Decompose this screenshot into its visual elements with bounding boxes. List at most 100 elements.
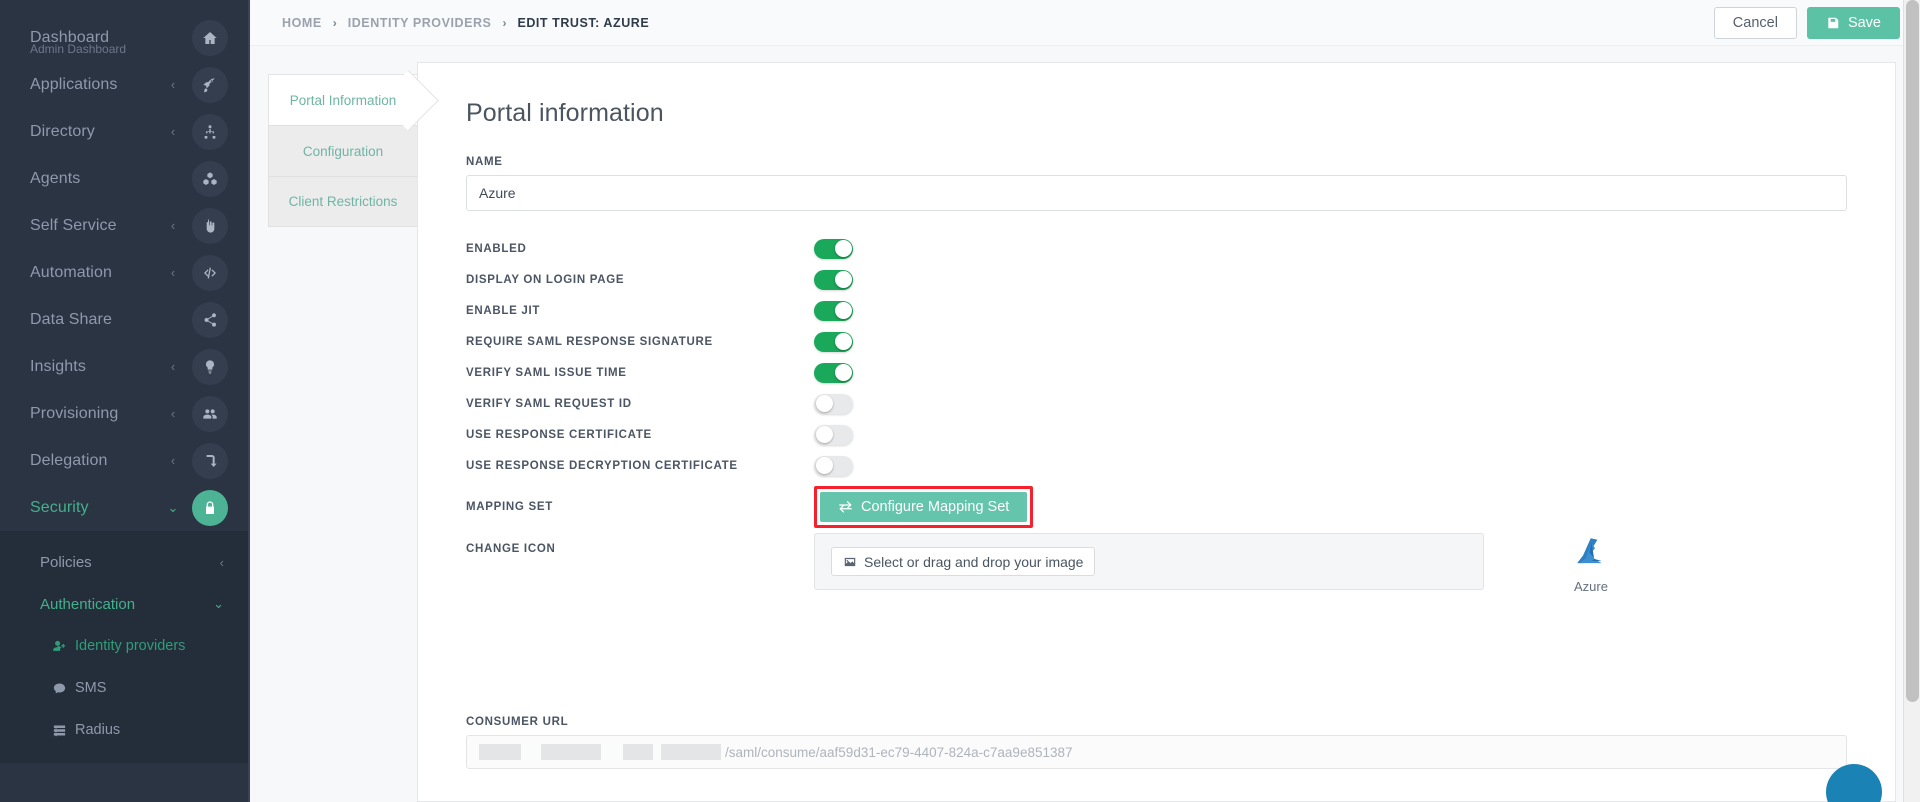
chevron-left-icon: ‹ [170, 218, 176, 233]
page-title: Portal information [466, 99, 664, 127]
lock-icon [192, 489, 228, 526]
toggle-verify-saml-issue-time[interactable] [814, 362, 853, 383]
sidebar-item-label: Identity providers [75, 638, 186, 654]
toggle-require-saml-response-signature[interactable] [814, 331, 853, 352]
lightbulb-icon [192, 348, 228, 385]
toggle-knob [834, 333, 852, 350]
sidebar-item-label: Insights [30, 357, 86, 375]
image-dropzone[interactable]: Select or drag and drop your image [814, 533, 1484, 590]
toggle-knob [815, 395, 833, 412]
toggle-enable-jit[interactable] [814, 300, 853, 321]
toggle-row-verify-saml-request-id: VERIFY SAML REQUEST ID [466, 388, 1847, 419]
chevron-left-icon: ‹ [219, 554, 224, 570]
breadcrumb-item-current: EDIT TRUST: AZURE [517, 15, 650, 30]
hand-pointer-icon [192, 207, 228, 244]
azure-logo-icon [1577, 538, 1602, 564]
consumer-url-value: /saml/consume/aaf59d31-ec79-4407-824a-c7… [725, 744, 1073, 760]
save-button[interactable]: Save [1806, 6, 1900, 39]
sidebar-subitem-authentication[interactable]: Authentication ⌄ [0, 583, 250, 625]
sidebar: Dashboard Admin Dashboard Applications ‹… [0, 0, 250, 802]
name-input[interactable] [466, 175, 1847, 211]
sidebar-subitem-label: Policies [40, 553, 92, 571]
toggle-row-enabled: ENABLED [466, 233, 1847, 264]
sidebar-item-directory[interactable]: Directory ‹ [0, 108, 250, 155]
page-scrollbar-thumb[interactable] [1906, 0, 1919, 702]
sidebar-item-data-share[interactable]: Data Share [0, 296, 250, 343]
mask-block [661, 744, 721, 760]
toggle-label: REQUIRE SAML RESPONSE SIGNATURE [466, 335, 713, 348]
change-icon-label: CHANGE ICON [466, 543, 556, 555]
sidebar-item-label: Data Share [30, 310, 112, 328]
toggle-label: VERIFY SAML ISSUE TIME [466, 366, 627, 379]
sidebar-item-agents[interactable]: Agents [0, 155, 250, 202]
users-icon [192, 395, 228, 432]
chevron-left-icon: ‹ [170, 406, 176, 421]
configure-mapping-set-button[interactable]: Configure Mapping Set [820, 492, 1028, 522]
rocket-icon [192, 66, 228, 103]
tab-portal-information[interactable]: Portal Information [268, 74, 418, 125]
home-icon [192, 19, 228, 56]
consumer-url-input[interactable]: /saml/consume/aaf59d31-ec79-4407-824a-c7… [466, 735, 1847, 769]
share-icon [192, 301, 228, 338]
toggle-label: VERIFY SAML REQUEST ID [466, 397, 632, 410]
mask-gap [601, 744, 623, 760]
idp-icon-preview: Azure [1536, 533, 1646, 594]
toggle-label: ENABLE JIT [466, 304, 541, 317]
code-icon [192, 254, 228, 291]
sidebar-item-label: Security [30, 498, 89, 516]
main-content: HOME › IDENTITY PROVIDERS › EDIT TRUST: … [250, 0, 1920, 802]
sidebar-item-label: Delegation [30, 451, 108, 469]
tab-client-restrictions[interactable]: Client Restrictions [268, 176, 418, 227]
server-icon [53, 725, 66, 736]
sidebar-item-security[interactable]: Security ⌄ [0, 484, 250, 531]
mapping-set-highlight: Configure Mapping Set [814, 486, 1034, 528]
tab-label: Configuration [302, 143, 384, 159]
exchange-arrows-icon [839, 500, 852, 513]
toggle-knob [834, 240, 852, 257]
toggle-verify-saml-request-id[interactable] [814, 393, 853, 414]
sidebar-item-sms[interactable]: SMS [0, 667, 250, 709]
mask-gap [521, 744, 541, 760]
toggle-row-display-on-login-page: DISPLAY ON LOGIN PAGE [466, 264, 1847, 295]
breadcrumb-item-home[interactable]: HOME [282, 16, 322, 30]
change-icon-row: CHANGE ICON Select or drag and drop your… [466, 533, 1847, 594]
toggle-use-response-certificate[interactable] [814, 424, 853, 445]
sidebar-item-applications[interactable]: Applications ‹ [0, 61, 250, 108]
mask-block [541, 744, 601, 760]
breadcrumb: HOME › IDENTITY PROVIDERS › EDIT TRUST: … [282, 16, 1714, 30]
toggle-knob [834, 364, 852, 381]
sidebar-item-automation[interactable]: Automation ‹ [0, 249, 250, 296]
mask-block [623, 744, 653, 760]
toggle-row-use-response-decryption-certificate: USE RESPONSE DECRYPTION CERTIFICATE [466, 450, 1847, 481]
sidebar-item-insights[interactable]: Insights ‹ [0, 343, 250, 390]
cancel-button[interactable]: Cancel [1713, 6, 1797, 39]
toggle-display-on-login-page[interactable] [814, 269, 853, 290]
toggle-label: ENABLED [466, 242, 527, 255]
sidebar-item-sublabel: Admin Dashboard [30, 42, 127, 56]
toggle-enabled[interactable] [814, 238, 853, 259]
sidebar-item-radius[interactable]: Radius [0, 709, 250, 751]
breadcrumb-separator-icon: › [502, 15, 507, 30]
comment-icon [53, 683, 66, 693]
sidebar-item-label: Automation [30, 263, 112, 281]
sidebar-subitem-policies[interactable]: Policies ‹ [0, 541, 250, 583]
page-scrollbar[interactable] [1903, 0, 1920, 802]
select-image-button[interactable]: Select or drag and drop your image [831, 547, 1096, 576]
chevron-left-icon: ‹ [170, 77, 176, 92]
sidebar-item-label: Agents [30, 169, 81, 187]
sidebar-submenu-security: Policies ‹ Authentication ⌄ Identity pro… [0, 531, 250, 763]
toggle-label: USE RESPONSE CERTIFICATE [466, 428, 652, 441]
toggle-use-response-decryption-certificate[interactable] [814, 455, 853, 476]
tab-configuration[interactable]: Configuration [268, 125, 418, 176]
sidebar-item-delegation[interactable]: Delegation ‹ [0, 437, 250, 484]
breadcrumb-item-identity-providers[interactable]: IDENTITY PROVIDERS [348, 16, 492, 30]
app-root: Dashboard Admin Dashboard Applications ‹… [0, 0, 1920, 802]
sidebar-item-identity-providers[interactable]: Identity providers [0, 625, 250, 667]
sidebar-item-provisioning[interactable]: Provisioning ‹ [0, 390, 250, 437]
sidebar-item-dashboard[interactable]: Dashboard Admin Dashboard [0, 14, 250, 61]
idp-icon-caption: Azure [1574, 579, 1608, 594]
image-icon [844, 557, 856, 566]
sidebar-item-self-service[interactable]: Self Service ‹ [0, 202, 250, 249]
toggle-label: USE RESPONSE DECRYPTION CERTIFICATE [466, 459, 738, 472]
